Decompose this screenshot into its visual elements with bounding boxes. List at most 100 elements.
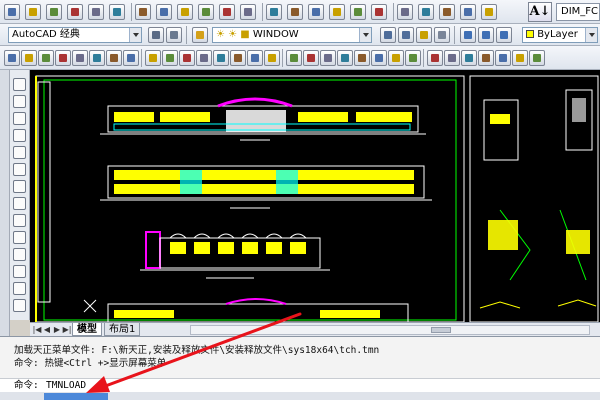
- prev-tab-icon[interactable]: ◀: [42, 324, 52, 335]
- layer-manager-icon[interactable]: [192, 27, 208, 43]
- palette-tool-icon[interactable]: [13, 78, 26, 91]
- cut-icon[interactable]: [135, 4, 151, 20]
- last-tab-icon[interactable]: ▶|: [62, 324, 72, 335]
- help-icon[interactable]: [481, 4, 497, 20]
- workspace-settings-gear-icon[interactable]: [148, 27, 164, 43]
- join-icon[interactable]: [478, 50, 494, 66]
- palette-tool-icon[interactable]: [13, 146, 26, 159]
- layer-select-value: WINDOW: [252, 29, 299, 40]
- rotate-icon[interactable]: [371, 50, 387, 66]
- command-input[interactable]: TMNLOAD: [46, 380, 86, 392]
- zoom-realtime-icon[interactable]: [287, 4, 303, 20]
- layer-previous-icon[interactable]: [398, 27, 414, 43]
- workspace-select[interactable]: AutoCAD 经典: [8, 27, 142, 43]
- sheet-set-icon[interactable]: [418, 4, 434, 20]
- status-bar-button[interactable]: [44, 393, 108, 400]
- palette-tool-icon[interactable]: [13, 231, 26, 244]
- break-icon[interactable]: [461, 50, 477, 66]
- preview-icon[interactable]: [88, 4, 104, 20]
- palette-tool-icon[interactable]: [13, 197, 26, 210]
- workspace-lock-icon[interactable]: [166, 27, 182, 43]
- mirror-icon[interactable]: [303, 50, 319, 66]
- polyline-icon[interactable]: [55, 50, 71, 66]
- fillet-icon[interactable]: [512, 50, 528, 66]
- open-icon[interactable]: [25, 4, 41, 20]
- trim-icon[interactable]: [427, 50, 443, 66]
- palette-tool-icon[interactable]: [13, 214, 26, 227]
- explode-icon[interactable]: [529, 50, 545, 66]
- markup-icon[interactable]: [439, 4, 455, 20]
- pan-icon[interactable]: [266, 4, 282, 20]
- stretch-icon[interactable]: [405, 50, 421, 66]
- chamfer-icon[interactable]: [495, 50, 511, 66]
- make-current-layer-icon[interactable]: [380, 27, 396, 43]
- polygon-icon[interactable]: [72, 50, 88, 66]
- table-icon[interactable]: [230, 50, 246, 66]
- properties-icon[interactable]: [350, 4, 366, 20]
- palette-tool-icon[interactable]: [13, 95, 26, 108]
- ray-icon[interactable]: [38, 50, 54, 66]
- region-icon[interactable]: [213, 50, 229, 66]
- palette-tool-icon[interactable]: [13, 112, 26, 125]
- properties-toolbar-icon[interactable]: [460, 27, 476, 43]
- tool-palettes-icon[interactable]: [397, 4, 413, 20]
- tab-model[interactable]: 模型: [72, 323, 102, 336]
- command-input-row[interactable]: 命令: TMNLOAD: [0, 378, 600, 393]
- drawing-canvas[interactable]: [30, 70, 600, 322]
- palette-tool-icon[interactable]: [13, 129, 26, 142]
- palette-tool-icon[interactable]: [13, 248, 26, 261]
- publish-icon[interactable]: [109, 4, 125, 20]
- detail-drawings: [479, 89, 597, 309]
- tab-layout1[interactable]: 布局1: [104, 323, 141, 336]
- toolbar-separator: [141, 49, 142, 67]
- toolbar-separator: [131, 3, 132, 21]
- palette-tool-icon[interactable]: [13, 265, 26, 278]
- move-icon[interactable]: [354, 50, 370, 66]
- redo-icon[interactable]: [240, 4, 256, 20]
- new-icon[interactable]: [4, 4, 20, 20]
- quickcalc-icon[interactable]: [460, 4, 476, 20]
- palette-tool-icon[interactable]: [13, 180, 26, 193]
- palette-tool-icon[interactable]: [13, 163, 26, 176]
- circle-icon[interactable]: [123, 50, 139, 66]
- undo-icon[interactable]: [219, 4, 235, 20]
- extend-icon[interactable]: [444, 50, 460, 66]
- layer-states-icon[interactable]: [416, 27, 432, 43]
- block-icon[interactable]: [179, 50, 195, 66]
- line-icon[interactable]: [21, 50, 37, 66]
- scale-icon[interactable]: [388, 50, 404, 66]
- hatch-icon[interactable]: [196, 50, 212, 66]
- rectangle-icon[interactable]: [89, 50, 105, 66]
- palette-tool-icon[interactable]: [13, 299, 26, 312]
- layer-walk-icon[interactable]: [496, 27, 512, 43]
- scrollbar-thumb[interactable]: [431, 327, 451, 333]
- zoom-previous-icon[interactable]: [329, 4, 345, 20]
- ucs-icon[interactable]: [4, 50, 20, 66]
- copy-object-icon[interactable]: [286, 50, 302, 66]
- copy-icon[interactable]: [156, 4, 172, 20]
- color-control-select[interactable]: ByLayer: [522, 27, 598, 43]
- print-icon[interactable]: [67, 4, 83, 20]
- match-properties-icon[interactable]: [198, 4, 214, 20]
- spline-icon[interactable]: [145, 50, 161, 66]
- design-center-icon[interactable]: [371, 4, 387, 20]
- next-tab-icon[interactable]: ▶: [52, 324, 62, 335]
- ellipse-icon[interactable]: [162, 50, 178, 66]
- command-history-line: 加载天正菜单文件: F:\新天正,安装及释放文件\安装释放文件\sys18x64…: [14, 345, 380, 356]
- palette-tool-icon[interactable]: [13, 282, 26, 295]
- zoom-window-icon[interactable]: [308, 4, 324, 20]
- array-icon[interactable]: [337, 50, 353, 66]
- arc-icon[interactable]: [106, 50, 122, 66]
- save-icon[interactable]: [46, 4, 62, 20]
- paste-icon[interactable]: [177, 4, 193, 20]
- offset-icon[interactable]: [320, 50, 336, 66]
- first-tab-icon[interactable]: |◀: [32, 324, 42, 335]
- layer-select[interactable]: ☀ ☀ ■ WINDOW: [212, 27, 372, 43]
- horizontal-scrollbar[interactable]: [190, 325, 590, 335]
- dimension-style-combo[interactable]: DIM_FC: [556, 3, 600, 21]
- layer-isolate-icon[interactable]: [434, 27, 450, 43]
- erase-icon[interactable]: [264, 50, 280, 66]
- match-layer-icon[interactable]: [478, 27, 494, 43]
- text-icon[interactable]: [247, 50, 263, 66]
- text-style-icon[interactable]: A↓: [528, 2, 552, 22]
